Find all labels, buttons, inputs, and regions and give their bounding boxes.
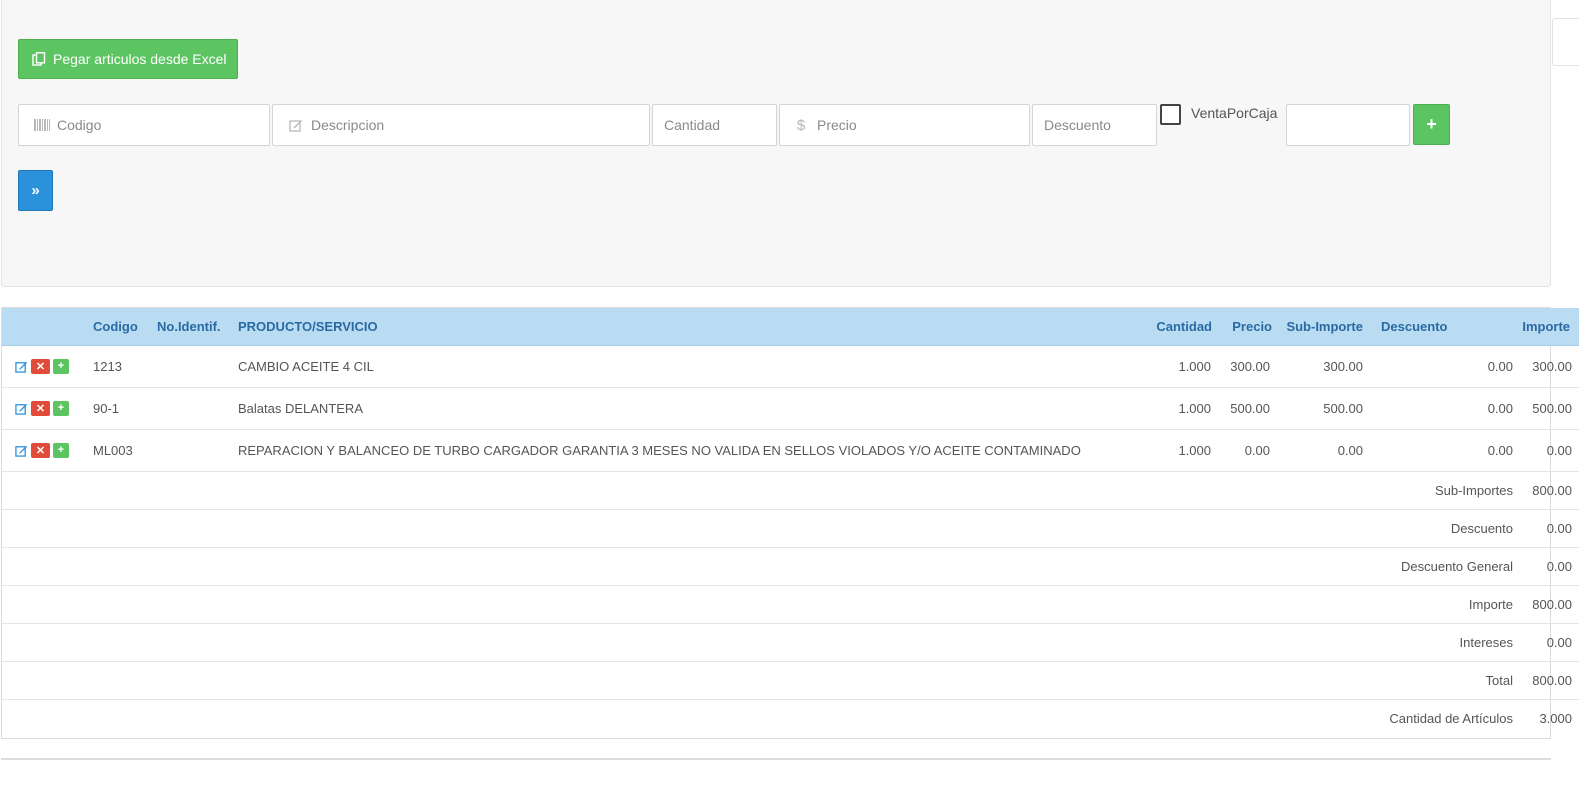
cell-precio: 300.00 xyxy=(1212,344,1272,387)
summary-label: Descuento xyxy=(2,508,1515,547)
descripcion-input[interactable]: Descripcion xyxy=(272,104,650,146)
divider xyxy=(1,758,1551,760)
header-cantidad[interactable]: Cantidad xyxy=(1112,308,1212,346)
cell-cantidad: 1.000 xyxy=(1112,428,1212,471)
edit-row-icon[interactable] xyxy=(14,401,28,415)
cell-producto: Balatas DELANTERA xyxy=(238,386,1112,429)
delete-row-button[interactable]: ✕ xyxy=(31,400,50,416)
summary-label: Total xyxy=(2,660,1515,699)
cell-cantidad: 1.000 xyxy=(1112,386,1212,429)
precio-placeholder: Precio xyxy=(817,117,857,133)
edit-row-icon[interactable] xyxy=(14,443,28,457)
summary-value: 800.00 xyxy=(1515,660,1579,699)
entry-panel: Pegar articulos desde Excel Codigo Descr… xyxy=(1,0,1551,287)
summary-row-cantidad-articulos: Cantidad de Artículos 3.000 xyxy=(2,698,1579,737)
barcode-icon xyxy=(33,119,51,131)
paste-from-excel-label: Pegar articulos desde Excel xyxy=(53,51,227,67)
summary-row-importe: Importe 800.00 xyxy=(2,584,1579,623)
cell-descuento: 0.00 xyxy=(1369,344,1515,387)
header-producto[interactable]: PRODUCTO/SERVICIO xyxy=(238,308,1112,346)
add-row-button[interactable]: + xyxy=(53,400,69,416)
delete-row-button[interactable]: ✕ xyxy=(31,358,50,374)
add-item-button[interactable]: + xyxy=(1413,104,1450,145)
table-row: ✕ + ML003 REPARACION Y BALANCEO DE TURBO… xyxy=(2,428,1579,471)
header-codigo[interactable]: Codigo xyxy=(90,308,154,346)
cell-producto: REPARACION Y BALANCEO DE TURBO CARGADOR … xyxy=(238,428,1112,471)
header-precio[interactable]: Precio xyxy=(1212,308,1272,346)
summary-row-intereses: Intereses 0.00 xyxy=(2,622,1579,661)
cantidad-input[interactable]: Cantidad xyxy=(652,104,777,146)
paste-from-excel-button[interactable]: Pegar articulos desde Excel xyxy=(18,39,238,79)
dollar-icon: $ xyxy=(796,116,806,134)
cell-no-identif xyxy=(154,386,238,429)
summary-value: 800.00 xyxy=(1515,584,1579,623)
edit-icon xyxy=(287,118,305,132)
cell-cantidad: 1.000 xyxy=(1112,344,1212,387)
delete-row-button[interactable]: ✕ xyxy=(31,442,50,458)
cell-descuento: 0.00 xyxy=(1369,386,1515,429)
side-panel-tab[interactable] xyxy=(1552,18,1579,66)
cell-precio: 500.00 xyxy=(1212,386,1272,429)
descripcion-placeholder: Descripcion xyxy=(311,117,385,133)
codigo-placeholder: Codigo xyxy=(57,117,102,133)
venta-por-caja-checkbox[interactable] xyxy=(1160,104,1181,125)
items-table: Codigo No.Identif. PRODUCTO/SERVICIO Can… xyxy=(1,307,1579,739)
cell-no-identif xyxy=(154,428,238,471)
next-button[interactable]: » xyxy=(18,170,53,211)
cell-codigo: 90-1 xyxy=(90,386,154,429)
summary-label: Descuento General xyxy=(2,546,1515,585)
summary-row-total: Total 800.00 xyxy=(2,660,1579,699)
table-row: ✕ + 90-1 Balatas DELANTERA 1.000 500.00 … xyxy=(2,386,1579,429)
cell-producto: CAMBIO ACEITE 4 CIL xyxy=(238,344,1112,387)
cell-importe: 500.00 xyxy=(1515,386,1579,429)
summary-label: Importe xyxy=(2,584,1515,623)
summary-row-descuento-general: Descuento General 0.00 xyxy=(2,546,1579,585)
summary-label: Cantidad de Artículos xyxy=(2,698,1515,737)
summary-value: 800.00 xyxy=(1515,470,1579,509)
summary-label: Intereses xyxy=(2,622,1515,661)
cell-importe: 300.00 xyxy=(1515,344,1579,387)
edit-row-icon[interactable] xyxy=(14,359,28,373)
summary-value: 0.00 xyxy=(1515,508,1579,547)
table-row: ✕ + 1213 CAMBIO ACEITE 4 CIL 1.000 300.0… xyxy=(2,344,1579,387)
summary-value: 0.00 xyxy=(1515,622,1579,661)
paste-icon xyxy=(32,52,46,66)
add-row-button[interactable]: + xyxy=(53,442,69,458)
cantidad-placeholder: Cantidad xyxy=(664,117,721,133)
header-no-identif[interactable]: No.Identif. xyxy=(154,308,238,346)
cell-sub-importe: 300.00 xyxy=(1272,344,1369,387)
header-descuento[interactable]: Descuento xyxy=(1369,308,1515,346)
cell-precio: 0.00 xyxy=(1212,428,1272,471)
header-importe[interactable]: Importe xyxy=(1515,308,1579,346)
cell-codigo: 1213 xyxy=(90,344,154,387)
summary-row-descuento: Descuento 0.00 xyxy=(2,508,1579,547)
cell-importe: 0.00 xyxy=(1515,428,1579,471)
caja-quantity-input[interactable] xyxy=(1286,104,1410,146)
cell-sub-importe: 0.00 xyxy=(1272,428,1369,471)
header-actions xyxy=(2,308,90,346)
cell-no-identif xyxy=(154,344,238,387)
add-row-button[interactable]: + xyxy=(53,358,69,374)
summary-value: 3.000 xyxy=(1515,698,1579,737)
summary-row-sub-importes: Sub-Importes 800.00 xyxy=(2,470,1579,509)
descuento-input[interactable]: Descuento xyxy=(1032,104,1157,146)
cell-descuento: 0.00 xyxy=(1369,428,1515,471)
table-header-row: Codigo No.Identif. PRODUCTO/SERVICIO Can… xyxy=(2,308,1579,346)
summary-value: 0.00 xyxy=(1515,546,1579,585)
codigo-input[interactable]: Codigo xyxy=(18,104,270,146)
precio-input[interactable]: $ Precio xyxy=(779,104,1030,146)
cell-codigo: ML003 xyxy=(90,428,154,471)
cell-sub-importe: 500.00 xyxy=(1272,386,1369,429)
descuento-placeholder: Descuento xyxy=(1044,117,1111,133)
venta-por-caja-label: VentaPorCaja xyxy=(1191,105,1278,121)
summary-label: Sub-Importes xyxy=(2,470,1515,509)
header-sub-importe[interactable]: Sub-Importe xyxy=(1272,308,1369,346)
